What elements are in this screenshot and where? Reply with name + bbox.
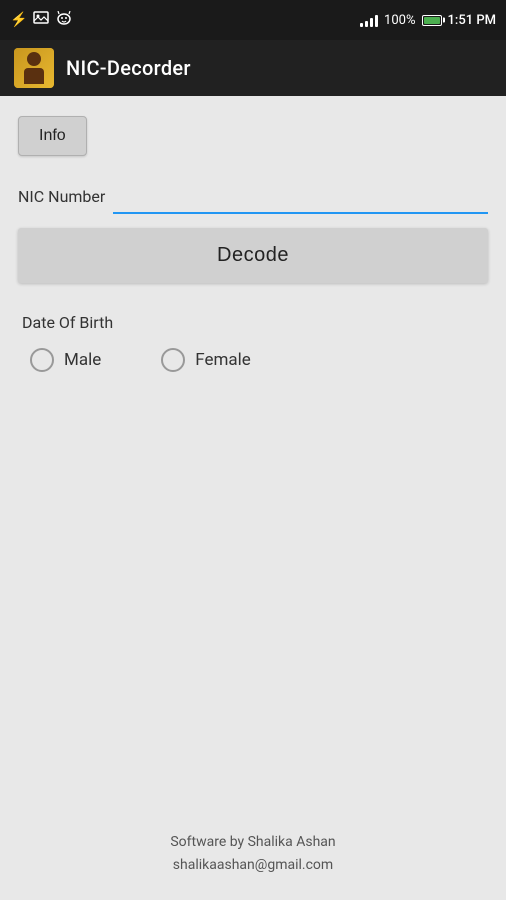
results-section: Date Of Birth Male Female <box>18 313 488 372</box>
usb-icon: ⚡ <box>10 12 27 28</box>
status-bar-left: ⚡ <box>10 11 73 29</box>
app-icon <box>14 48 54 88</box>
battery-fill <box>424 17 440 24</box>
date-of-birth-label: Date Of Birth <box>22 313 484 332</box>
battery-percent: 100% <box>384 13 415 28</box>
female-label: Female <box>195 350 251 370</box>
nic-row: NIC Number <box>18 182 488 216</box>
status-time: 1:51 PM <box>448 13 497 28</box>
battery-icon <box>422 15 442 26</box>
female-radio-button[interactable] <box>161 348 185 372</box>
main-content: Info NIC Number Decode Date Of Birth Mal… <box>0 96 506 392</box>
female-radio-option[interactable]: Female <box>161 348 251 372</box>
male-radio-button[interactable] <box>30 348 54 372</box>
male-label: Male <box>64 350 101 370</box>
nic-input[interactable] <box>113 182 488 208</box>
image-icon <box>33 11 49 29</box>
info-button[interactable]: Info <box>18 116 87 156</box>
app-icon-body <box>24 68 44 84</box>
decode-button[interactable]: Decode <box>18 228 488 283</box>
app-title: NIC-Decorder <box>66 56 191 80</box>
app-icon-figure <box>22 52 46 84</box>
radio-row: Male Female <box>22 348 484 372</box>
footer: Software by Shalika Ashan shalikaashan@g… <box>0 831 506 876</box>
notification-icon <box>55 11 73 29</box>
male-radio-option[interactable]: Male <box>30 348 101 372</box>
app-bar: NIC-Decorder <box>0 40 506 96</box>
app-icon-inner <box>14 48 54 88</box>
nic-label: NIC Number <box>18 187 105 214</box>
footer-line2: shalikaashan@gmail.com <box>0 854 506 876</box>
footer-line1: Software by Shalika Ashan <box>0 831 506 853</box>
app-icon-head <box>27 52 41 66</box>
status-bar: ⚡ 100% <box>0 0 506 40</box>
nic-input-wrapper <box>113 182 488 214</box>
status-bar-right: 100% 1:51 PM <box>360 13 496 28</box>
signal-icon <box>360 13 378 27</box>
